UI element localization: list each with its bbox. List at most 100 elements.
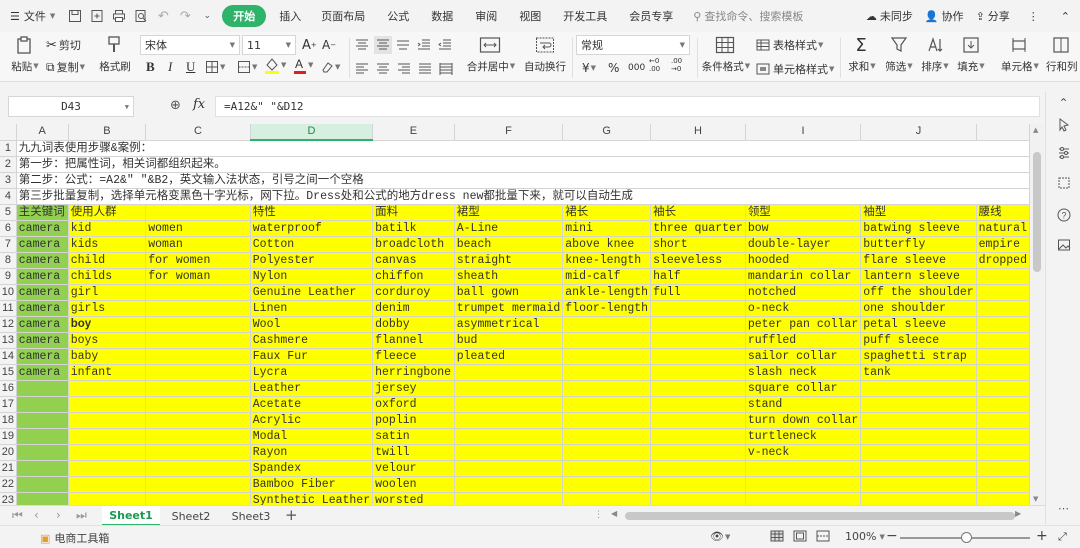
cell[interactable] [454, 396, 564, 413]
cell[interactable] [454, 460, 564, 477]
cell[interactable]: 腰线 [976, 204, 1030, 221]
cell[interactable]: notched [745, 284, 862, 301]
cell[interactable] [650, 444, 746, 461]
cell[interactable] [68, 460, 147, 477]
cell[interactable] [68, 428, 147, 445]
cell[interactable]: poplin [372, 412, 455, 429]
cell[interactable] [650, 300, 746, 317]
cell[interactable] [145, 444, 251, 461]
cell[interactable]: 袖长 [650, 204, 746, 221]
currency-icon[interactable]: ¥ ▼ [582, 59, 596, 77]
sum-label-button[interactable]: 求和 ▼ [846, 58, 878, 74]
fill-color-icon[interactable]: ▼ [264, 56, 286, 74]
cell[interactable]: square collar [745, 380, 862, 397]
increase-decimal-icon[interactable]: ←0.00 [649, 56, 660, 74]
cell[interactable]: oxford [372, 396, 455, 413]
cell[interactable]: lantern sleeve [860, 268, 977, 285]
row-header-8[interactable]: 8 [0, 252, 17, 269]
cell[interactable] [145, 492, 251, 505]
cell[interactable] [976, 492, 1030, 505]
conditional-format-button[interactable] [714, 34, 736, 56]
cell[interactable]: woolen [372, 476, 455, 493]
sync-button[interactable]: ☁ 未同步 [860, 5, 919, 27]
align-bottom-icon[interactable] [396, 36, 410, 54]
cell[interactable]: broadcloth [372, 236, 455, 253]
fx-icon[interactable]: fx [193, 97, 205, 112]
cell[interactable]: twill [372, 444, 455, 461]
cell[interactable]: sailor collar [745, 348, 862, 365]
cell[interactable]: chiffon [372, 268, 455, 285]
sort-button[interactable] [924, 34, 946, 56]
cell[interactable] [562, 364, 652, 381]
column-header-b[interactable]: B [68, 124, 147, 141]
cell[interactable] [976, 268, 1030, 285]
sheet-tab-sheet2[interactable]: Sheet2 [164, 506, 218, 526]
cell[interactable] [16, 492, 69, 505]
sheet-tab-sheet3[interactable]: Sheet3 [224, 506, 278, 526]
cut-button[interactable]: ✂ 剪切 [46, 36, 81, 54]
cell[interactable]: full [650, 284, 746, 301]
cell[interactable] [976, 396, 1030, 413]
cell[interactable]: waterproof [250, 220, 374, 237]
row-header-1[interactable]: 1 [0, 140, 17, 157]
cell[interactable] [16, 412, 69, 429]
cell[interactable]: natural [976, 220, 1030, 237]
cell[interactable]: Faux Fur [250, 348, 374, 365]
decrease-font-icon[interactable]: A − [322, 36, 336, 54]
indent-increase-icon[interactable] [438, 36, 452, 54]
italic-icon[interactable]: I [168, 58, 172, 76]
cell[interactable]: Spandex [250, 460, 374, 477]
cell[interactable]: camera [16, 300, 69, 317]
cell[interactable] [745, 460, 862, 477]
cell[interactable]: jersey [372, 380, 455, 397]
cell[interactable]: ankle-length [562, 284, 652, 301]
cell[interactable] [650, 428, 746, 445]
first-sheet-icon[interactable]: ⏮ [12, 508, 23, 523]
cell[interactable] [860, 396, 977, 413]
cell[interactable] [562, 316, 652, 333]
cell[interactable]: camera [16, 332, 69, 349]
cell[interactable]: boy [68, 316, 147, 333]
font-color-icon[interactable]: A ▼ [293, 56, 313, 74]
add-sheet-icon[interactable]: + [285, 506, 298, 524]
cell[interactable]: child [68, 252, 147, 269]
cell[interactable]: 面料 [372, 204, 455, 221]
cell[interactable] [562, 380, 652, 397]
row-header-7[interactable]: 7 [0, 236, 17, 253]
collab-button[interactable]: 👤 协作 [919, 5, 970, 27]
number-format-select[interactable]: 常规 ▼ [576, 35, 690, 55]
cell[interactable]: for women [145, 252, 251, 269]
cell[interactable] [860, 444, 977, 461]
cell-label-button[interactable]: 单元格 ▼ [998, 58, 1042, 74]
cell[interactable]: women [145, 220, 251, 237]
cell[interactable]: 裙型 [454, 204, 564, 221]
cell[interactable] [16, 428, 69, 445]
cell[interactable]: Leather [250, 380, 374, 397]
cell[interactable]: knee-length [562, 252, 652, 269]
cell[interactable] [562, 428, 652, 445]
font-size-select[interactable]: 11 ▼ [242, 35, 296, 55]
tab-member[interactable]: 会员专享 [618, 5, 684, 27]
wrap-text-button[interactable] [532, 34, 558, 56]
cell[interactable] [745, 492, 862, 505]
tab-view[interactable]: 视图 [508, 5, 552, 27]
row-header-15[interactable]: 15 [0, 364, 17, 381]
cell[interactable] [650, 348, 746, 365]
scroll-left-arrow-icon[interactable]: ◀ [611, 509, 617, 518]
cell[interactable]: trumpet mermaid [454, 300, 564, 317]
column-header-h[interactable]: H [650, 124, 746, 141]
cell[interactable] [976, 444, 1030, 461]
cell[interactable]: peter pan collar [745, 316, 862, 333]
cell[interactable] [650, 396, 746, 413]
spreadsheet-grid[interactable]: ABCDEFGHIJ 1 九九词表使用步骤&案例： 2 第一步：把属性词，相关词都组织… [0, 124, 1030, 505]
cell[interactable] [454, 492, 564, 505]
cell[interactable]: kids [68, 236, 147, 253]
cell[interactable] [650, 316, 746, 333]
cell[interactable]: off the shoulder [860, 284, 977, 301]
cell[interactable]: double-layer [745, 236, 862, 253]
cell[interactable] [145, 428, 251, 445]
vertical-scroll-thumb[interactable] [1033, 152, 1041, 272]
cell[interactable]: girl [68, 284, 147, 301]
cell[interactable]: Linen [250, 300, 374, 317]
cell[interactable] [145, 460, 251, 477]
